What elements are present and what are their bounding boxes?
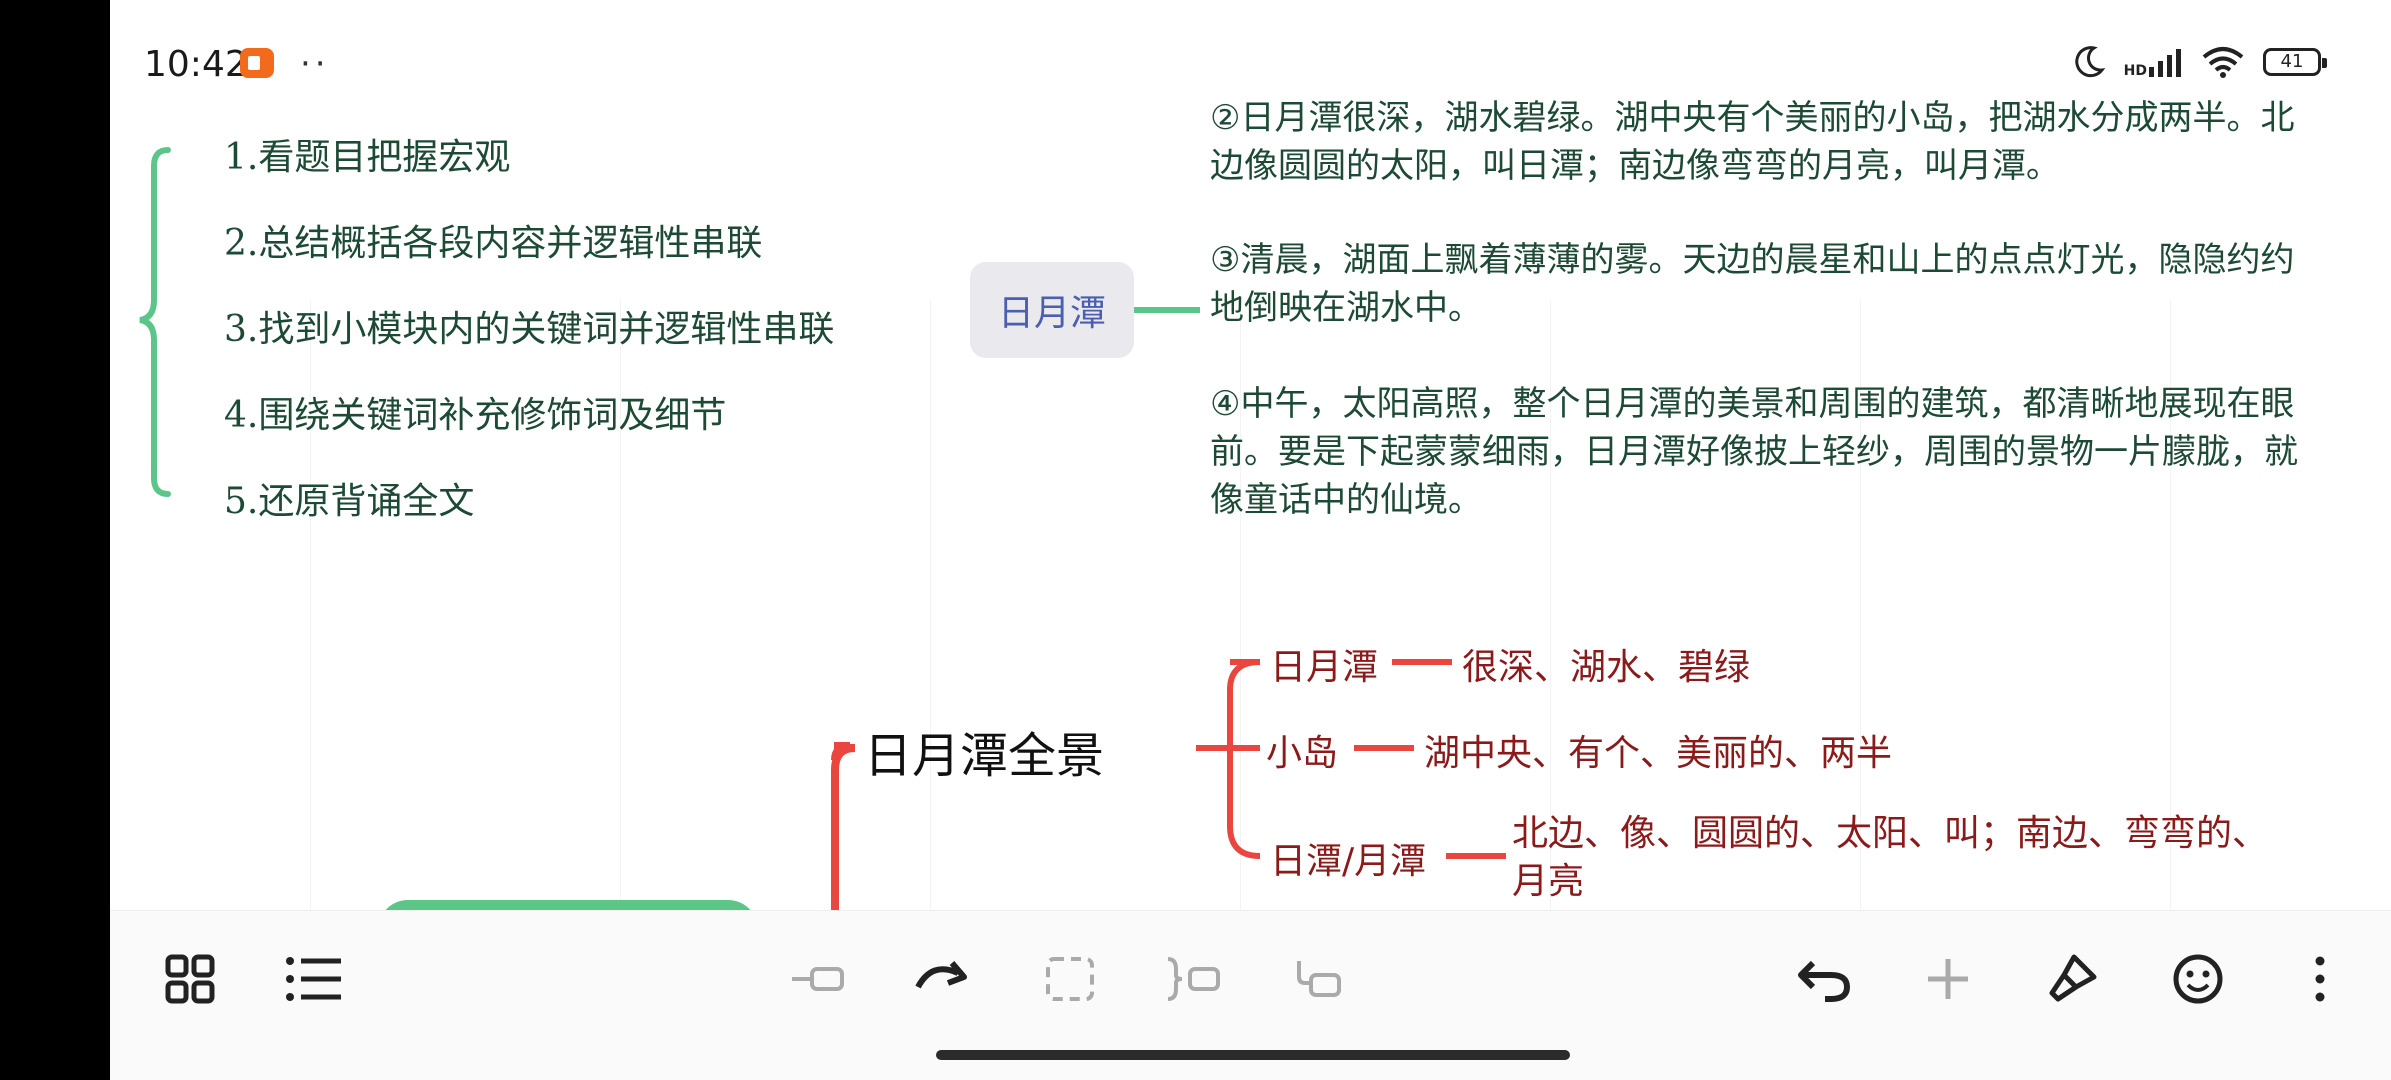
redo-icon[interactable] (910, 947, 974, 1011)
paragraph-3[interactable]: ③清晨，湖面上飘着薄薄的雾。天边的晨星和山上的点点灯光，隐隐约约地倒映在湖水中。 (1210, 236, 2310, 332)
add-icon[interactable] (1916, 947, 1980, 1011)
paragraph-2[interactable]: ②日月潭很深，湖水碧绿。湖中央有个美丽的小岛，把湖水分成两半。北边像圆圆的太阳，… (1210, 94, 2310, 190)
emoji-icon[interactable] (2166, 947, 2230, 1011)
style-brush-icon[interactable] (2040, 947, 2104, 1011)
grid-view-icon[interactable] (158, 947, 222, 1011)
step-item[interactable]: 2.总结概括各段内容并逻辑性串联 (224, 214, 762, 266)
branch-keywords[interactable]: 北边、像、圆圆的、太阳、叫；南边、弯弯的、月亮 (1512, 810, 2292, 906)
select-box-icon[interactable] (1038, 947, 1102, 1011)
mindmap-topic[interactable]: 日月潭全景 (864, 716, 1104, 786)
step-item[interactable]: 3.找到小模块内的关键词并逻辑性串联 (224, 300, 834, 352)
summary-icon[interactable] (1160, 947, 1224, 1011)
step-item[interactable]: 1.看题目把握宏观 (224, 128, 510, 180)
step-item[interactable]: 5.还原背诵全文 (224, 472, 474, 524)
home-indicator[interactable] (936, 1050, 1570, 1060)
branch-keywords[interactable]: 湖中央、有个、美丽的、两半 (1424, 724, 1892, 776)
branch-label[interactable]: 日月潭 (1270, 638, 1378, 690)
insert-child-icon[interactable] (1286, 947, 1350, 1011)
branch-keywords[interactable]: 很深、湖水、碧绿 (1462, 638, 1750, 690)
insert-sibling-icon[interactable] (786, 947, 850, 1011)
more-icon[interactable] (2288, 947, 2352, 1011)
screen: 10:42 ·· HD 41 1.看题目把握宏观 2.总结概括各段内容并逻辑性串… (110, 0, 2391, 1080)
step-item[interactable]: 4.围绕关键词补充修饰词及细节 (224, 386, 726, 438)
undo-icon[interactable] (1792, 947, 1856, 1011)
branch-label[interactable]: 小岛 (1266, 724, 1338, 776)
paragraph-4[interactable]: ④中午，太阳高照，整个日月潭的美景和周围的建筑，都清晰地展现在眼前。要是下起蒙蒙… (1210, 380, 2310, 524)
outline-list-icon[interactable] (282, 947, 346, 1011)
branch-label[interactable]: 日潭/月潭 (1270, 832, 1426, 884)
center-node[interactable]: 日月潭 (970, 262, 1134, 358)
